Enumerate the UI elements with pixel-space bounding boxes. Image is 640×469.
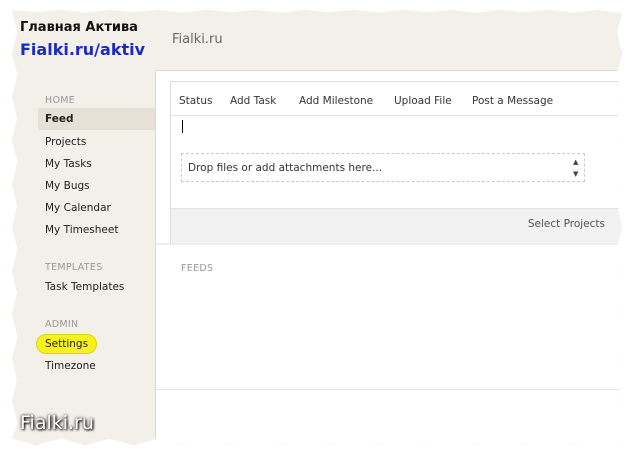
drop-zone-scrollbar[interactable]: ▲ ▼ [572,157,582,178]
feeds-heading: FEEDS [181,263,214,274]
scroll-up-icon[interactable]: ▲ [573,158,578,166]
sidebar-section-admin: ADMIN [45,319,79,330]
sidebar-item-task-templates[interactable]: Task Templates [45,281,124,293]
sidebar-item-feed[interactable]: Feed [38,108,157,130]
sidebar-item-my-calendar[interactable]: My Calendar [45,202,111,214]
watermark: Fialki.ru [20,412,94,434]
divider [156,243,622,245]
composer-footer: Select Projects [171,208,622,243]
tab-add-milestone[interactable]: Add Milestone [299,95,373,107]
status-input[interactable] [182,120,183,133]
tab-add-task[interactable]: Add Task [230,95,276,107]
sidebar-item-timezone[interactable]: Timezone [45,360,96,372]
main-content: Status Add Task Add Milestone Upload Fil… [155,70,622,445]
sidebar-item-projects[interactable]: Projects [45,136,86,148]
tab-post-message[interactable]: Post a Message [472,95,553,107]
sidebar-item-settings[interactable]: Settings [37,335,97,353]
tab-upload-file[interactable]: Upload File [394,95,452,107]
scroll-down-icon[interactable]: ▼ [573,170,578,178]
app-name[interactable]: Fialki.ru [172,32,223,47]
tab-divider [171,115,622,116]
tab-status[interactable]: Status [179,95,212,107]
drop-zone-text: Drop files or add attachments here... [188,162,383,174]
post-composer: Status Add Task Add Milestone Upload Fil… [170,81,622,243]
select-projects-button[interactable]: Select Projects [528,218,605,230]
sidebar-item-my-bugs[interactable]: My Bugs [45,180,90,192]
divider [156,389,622,390]
brand-url[interactable]: Fialki.ru/aktiv [20,40,145,59]
brand-title: Главная Актива [20,20,138,35]
app-window: Главная Актива Fialki.ru/aktiv Fialki.ru… [12,10,622,445]
sidebar-item-my-timesheet[interactable]: My Timesheet [45,224,118,236]
attachment-drop-zone[interactable]: Drop files or add attachments here... ▲ … [181,153,585,182]
sidebar-section-templates: TEMPLATES [45,262,103,273]
sidebar-section-home: HOME [45,95,76,106]
sidebar-item-my-tasks[interactable]: My Tasks [45,158,92,170]
